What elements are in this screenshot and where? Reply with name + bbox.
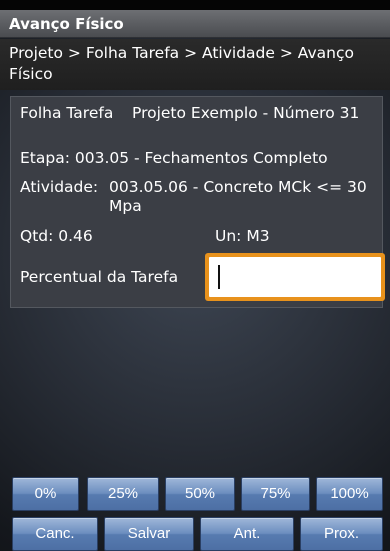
breadcrumb: Projeto > Folha Tarefa > Atividade > Ava… xyxy=(0,39,390,90)
unit-text: Un: M3 xyxy=(215,227,270,245)
folha-tarefa-label: Folha Tarefa xyxy=(20,104,114,122)
percent-50-button[interactable]: 50% xyxy=(165,477,235,511)
atividade-value: 003.05.06 - Concreto MCk <= 30 Mpa xyxy=(109,178,367,215)
previous-button[interactable]: Ant. xyxy=(200,517,294,551)
nav-button-row: Canc. Salvar Ant. Prox. xyxy=(0,517,390,551)
percent-button-row: 0% 25% 50% 75% 100% xyxy=(0,477,390,511)
task-details-panel: Folha Tarefa Projeto Exemplo - Número 31… xyxy=(10,96,385,308)
percentual-input-frame[interactable] xyxy=(205,253,385,301)
percent-0-button[interactable]: 0% xyxy=(12,477,79,511)
atividade-label: Atividade: xyxy=(20,178,99,196)
percent-75-button[interactable]: 75% xyxy=(241,477,310,511)
save-button[interactable]: Salvar xyxy=(104,517,194,551)
status-bar xyxy=(0,0,390,10)
text-cursor xyxy=(218,265,220,289)
next-button[interactable]: Prox. xyxy=(300,517,383,551)
percentual-label: Percentual da Tarefa xyxy=(20,268,179,286)
percent-25-button[interactable]: 25% xyxy=(87,477,159,511)
window-title: Avanço Físico xyxy=(0,10,390,38)
etapa-text: Etapa: 003.05 - Fechamentos Completo xyxy=(20,149,328,167)
percentual-input[interactable] xyxy=(209,257,381,297)
percent-100-button[interactable]: 100% xyxy=(316,477,383,511)
cancel-button[interactable]: Canc. xyxy=(12,517,98,551)
folha-tarefa-value: Projeto Exemplo - Número 31 xyxy=(132,104,360,122)
qtd-text: Qtd: 0.46 xyxy=(20,227,93,245)
